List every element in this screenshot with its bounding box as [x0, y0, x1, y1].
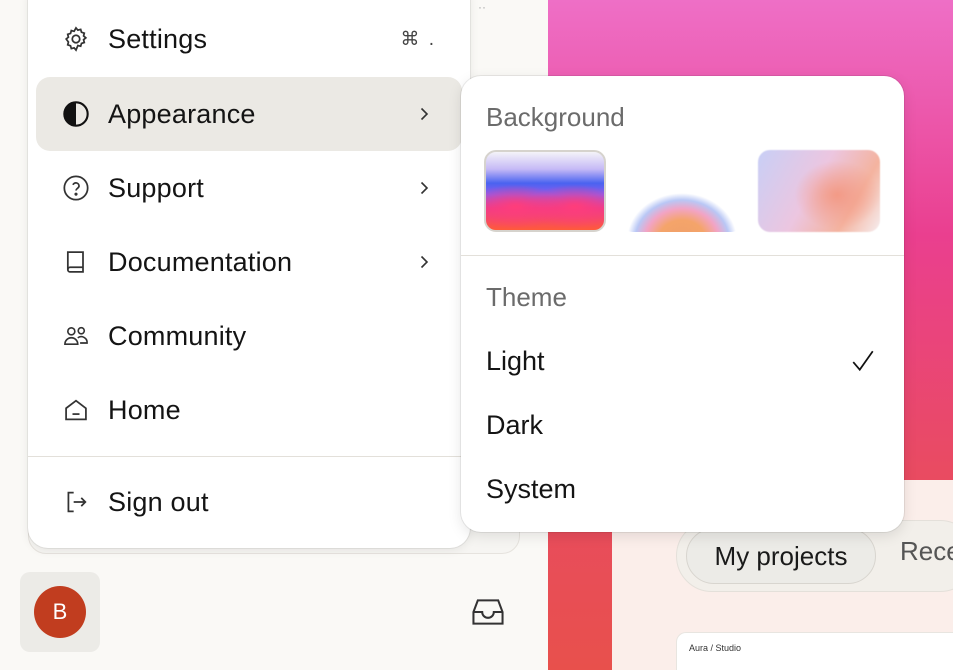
faint-marker: ··	[478, 0, 486, 14]
theme-heading: Theme	[486, 282, 567, 312]
menu-item-label: Home	[108, 394, 181, 425]
menu-item-appearance[interactable]: Appearance	[36, 77, 462, 151]
theme-option-system[interactable]: System	[486, 474, 576, 505]
chevron-right-icon	[420, 255, 429, 269]
account-button[interactable]: B	[20, 572, 100, 652]
menu-divider	[28, 456, 470, 457]
submenu-divider	[461, 255, 904, 256]
background-heading: Background	[486, 102, 625, 132]
tab-recent[interactable]: Rece	[900, 536, 953, 567]
gear-icon	[62, 25, 90, 53]
background-swatch-blur[interactable]	[758, 150, 880, 232]
settings-shortcut: ⌘ .	[400, 28, 436, 50]
account-menu: Settings ⌘ . Appearance Support Document…	[28, 0, 470, 548]
theme-option-dark[interactable]: Dark	[486, 410, 543, 441]
tab-my-projects[interactable]: My projects	[686, 528, 876, 584]
checkmark-icon	[852, 350, 874, 372]
appearance-submenu: Background Theme Light Dark System	[461, 76, 904, 532]
sign-out-icon	[62, 488, 90, 516]
avatar: B	[34, 586, 86, 638]
contrast-icon	[62, 100, 90, 128]
theme-option-light[interactable]: Light	[486, 346, 545, 377]
menu-item-settings[interactable]: Settings ⌘ .	[36, 2, 462, 76]
home-icon	[62, 396, 90, 424]
background-swatch-sunrise[interactable]	[621, 150, 743, 232]
background-swatch-wave[interactable]	[484, 150, 606, 232]
help-circle-icon	[62, 174, 90, 202]
menu-item-label: Appearance	[108, 98, 256, 129]
chevron-right-icon	[420, 181, 429, 195]
inbox-icon[interactable]	[470, 596, 506, 628]
chevron-right-icon	[420, 107, 429, 121]
menu-item-home[interactable]: Home	[36, 373, 462, 447]
project-card-title: Aura / Studio	[689, 643, 742, 653]
menu-item-label: Documentation	[108, 246, 293, 277]
menu-item-sign-out[interactable]: Sign out	[36, 465, 462, 539]
menu-item-label: Community	[108, 320, 247, 351]
menu-item-label: Sign out	[108, 486, 209, 517]
people-icon	[62, 322, 90, 350]
menu-item-support[interactable]: Support	[36, 151, 462, 225]
book-icon	[62, 248, 90, 276]
menu-item-community[interactable]: Community	[36, 299, 462, 373]
project-card[interactable]: Aura / Studio	[676, 632, 953, 670]
menu-item-documentation[interactable]: Documentation	[36, 225, 462, 299]
menu-item-label: Support	[108, 172, 204, 203]
menu-item-label: Settings	[108, 23, 208, 54]
